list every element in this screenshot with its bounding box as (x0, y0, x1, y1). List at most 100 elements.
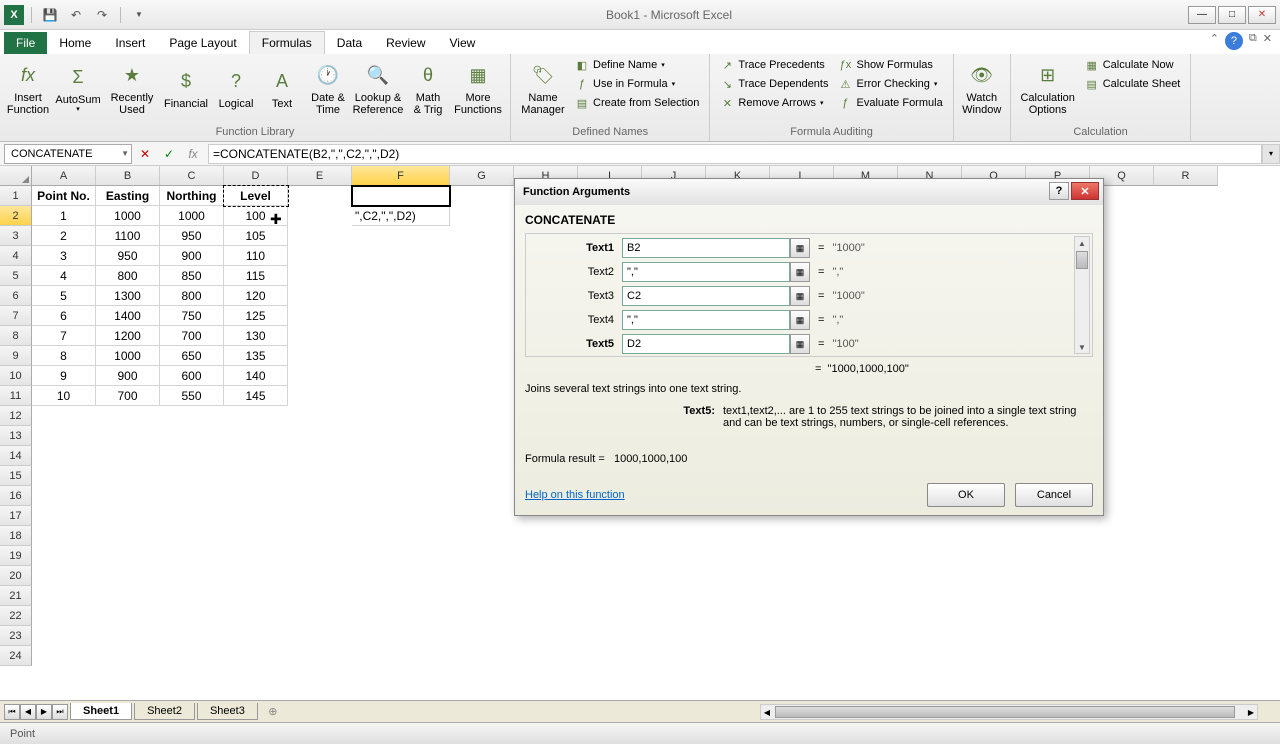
cell-D7[interactable]: 125 (224, 306, 288, 326)
arg-input-2[interactable] (622, 286, 790, 306)
sheet-tab-3[interactable]: Sheet3 (197, 703, 258, 720)
arg-collapse-2[interactable]: ▦ (790, 286, 810, 306)
minimize-button[interactable]: — (1188, 6, 1216, 24)
maximize-button[interactable]: □ (1218, 6, 1246, 24)
cell-D1[interactable]: Level (224, 186, 288, 206)
cell-A9[interactable]: 8 (32, 346, 96, 366)
cell-A4[interactable]: 3 (32, 246, 96, 266)
tab-home[interactable]: Home (47, 32, 103, 54)
fx-button[interactable]: fx (182, 144, 204, 164)
arg-input-3[interactable] (622, 310, 790, 330)
row-header-1[interactable]: 1 (0, 186, 32, 206)
sheet-tab-1[interactable]: Sheet1 (70, 703, 132, 720)
row-header-7[interactable]: 7 (0, 306, 32, 326)
name-manager-button[interactable]: 🏷Name Manager (517, 56, 569, 122)
cell-D8[interactable]: 130 (224, 326, 288, 346)
cell-C6[interactable]: 800 (160, 286, 224, 306)
column-header-D[interactable]: D (224, 166, 288, 186)
row-header-20[interactable]: 20 (0, 566, 32, 586)
sheet-nav-next[interactable]: ▶ (36, 704, 52, 720)
lookup-reference-button[interactable]: 🔍Lookup & Reference (352, 56, 404, 122)
cell-A6[interactable]: 5 (32, 286, 96, 306)
sheet-tab-2[interactable]: Sheet2 (134, 703, 195, 720)
dialog-help-button[interactable]: ? (1049, 182, 1069, 200)
cell-C10[interactable]: 600 (160, 366, 224, 386)
calculate-sheet-button[interactable]: ▤Calculate Sheet (1081, 75, 1185, 93)
math-trig-button[interactable]: θMath & Trig (406, 56, 450, 122)
row-header-4[interactable]: 4 (0, 246, 32, 266)
error-checking-button[interactable]: ⚠Error Checking ▾ (834, 75, 946, 93)
cell-A11[interactable]: 10 (32, 386, 96, 406)
more-functions-button[interactable]: ▦More Functions (452, 56, 504, 122)
row-header-14[interactable]: 14 (0, 446, 32, 466)
tab-file[interactable]: File (4, 32, 47, 54)
horizontal-scrollbar[interactable]: ◀ ▶ (760, 704, 1258, 720)
cell-B9[interactable]: 1000 (96, 346, 160, 366)
help-on-function-link[interactable]: Help on this function (525, 489, 625, 501)
cell-D5[interactable]: 115 (224, 266, 288, 286)
calculation-options-button[interactable]: ⊞Calculation Options (1017, 56, 1079, 122)
insert-function-button[interactable]: fxInsert Function (6, 56, 50, 122)
save-icon[interactable]: 💾 (39, 4, 61, 26)
name-box[interactable]: CONCATENATE▼ (4, 144, 132, 164)
tab-page-layout[interactable]: Page Layout (157, 32, 248, 54)
row-header-12[interactable]: 12 (0, 406, 32, 426)
cell-A8[interactable]: 7 (32, 326, 96, 346)
column-header-A[interactable]: A (32, 166, 96, 186)
new-sheet-button[interactable]: ⊕ (264, 704, 282, 720)
cell-B2[interactable]: 1000 (96, 206, 160, 226)
row-header-22[interactable]: 22 (0, 606, 32, 626)
workbook-close-icon[interactable]: ✕ (1263, 32, 1272, 50)
use-in-formula-button[interactable]: ƒUse in Formula ▾ (571, 75, 703, 93)
financial-button[interactable]: $Financial (160, 56, 212, 122)
cell-A1[interactable]: Point No. (32, 186, 96, 206)
row-header-11[interactable]: 11 (0, 386, 32, 406)
sheet-nav-first[interactable]: ⏮ (4, 704, 20, 720)
watch-window-button[interactable]: 👁Watch Window (960, 56, 1004, 122)
undo-icon[interactable]: ↶ (65, 4, 87, 26)
arg-input-0[interactable] (622, 238, 790, 258)
cell-D3[interactable]: 105 (224, 226, 288, 246)
define-name-button[interactable]: ◧Define Name ▾ (571, 56, 703, 74)
cell-C3[interactable]: 950 (160, 226, 224, 246)
date-time-button[interactable]: 🕐Date & Time (306, 56, 350, 122)
cell-C9[interactable]: 650 (160, 346, 224, 366)
cell-F2[interactable]: ",C2,",",D2) (352, 206, 450, 226)
recently-used-button[interactable]: ★Recently Used (106, 56, 158, 122)
cancel-formula-button[interactable]: ✕ (134, 144, 156, 164)
select-all-button[interactable] (0, 166, 32, 186)
row-header-17[interactable]: 17 (0, 506, 32, 526)
column-header-B[interactable]: B (96, 166, 160, 186)
cell-D2[interactable]: 100 (224, 206, 288, 226)
cell-A5[interactable]: 4 (32, 266, 96, 286)
row-header-5[interactable]: 5 (0, 266, 32, 286)
cell-C7[interactable]: 750 (160, 306, 224, 326)
cell-C8[interactable]: 700 (160, 326, 224, 346)
cell-C2[interactable]: 1000 (160, 206, 224, 226)
trace-dependents-button[interactable]: ↘Trace Dependents (716, 75, 832, 93)
row-header-16[interactable]: 16 (0, 486, 32, 506)
cell-C4[interactable]: 900 (160, 246, 224, 266)
row-header-19[interactable]: 19 (0, 546, 32, 566)
cell-B11[interactable]: 700 (96, 386, 160, 406)
ribbon-minimize-icon[interactable]: ⌃ (1210, 32, 1219, 50)
column-header-G[interactable]: G (450, 166, 514, 186)
close-button[interactable]: ✕ (1248, 6, 1276, 24)
row-header-10[interactable]: 10 (0, 366, 32, 386)
arg-input-1[interactable] (622, 262, 790, 282)
row-header-9[interactable]: 9 (0, 346, 32, 366)
row-header-3[interactable]: 3 (0, 226, 32, 246)
redo-icon[interactable]: ↷ (91, 4, 113, 26)
cell-C11[interactable]: 550 (160, 386, 224, 406)
cell-A2[interactable]: 1 (32, 206, 96, 226)
formula-bar-input[interactable]: =CONCATENATE(B2,",",C2,",",D2) (208, 144, 1262, 164)
cell-B10[interactable]: 900 (96, 366, 160, 386)
row-header-6[interactable]: 6 (0, 286, 32, 306)
row-header-18[interactable]: 18 (0, 526, 32, 546)
create-from-selection-button[interactable]: ▤Create from Selection (571, 94, 703, 112)
cell-B1[interactable]: Easting (96, 186, 160, 206)
cell-B3[interactable]: 1100 (96, 226, 160, 246)
cell-D9[interactable]: 135 (224, 346, 288, 366)
cell-A3[interactable]: 2 (32, 226, 96, 246)
row-header-15[interactable]: 15 (0, 466, 32, 486)
